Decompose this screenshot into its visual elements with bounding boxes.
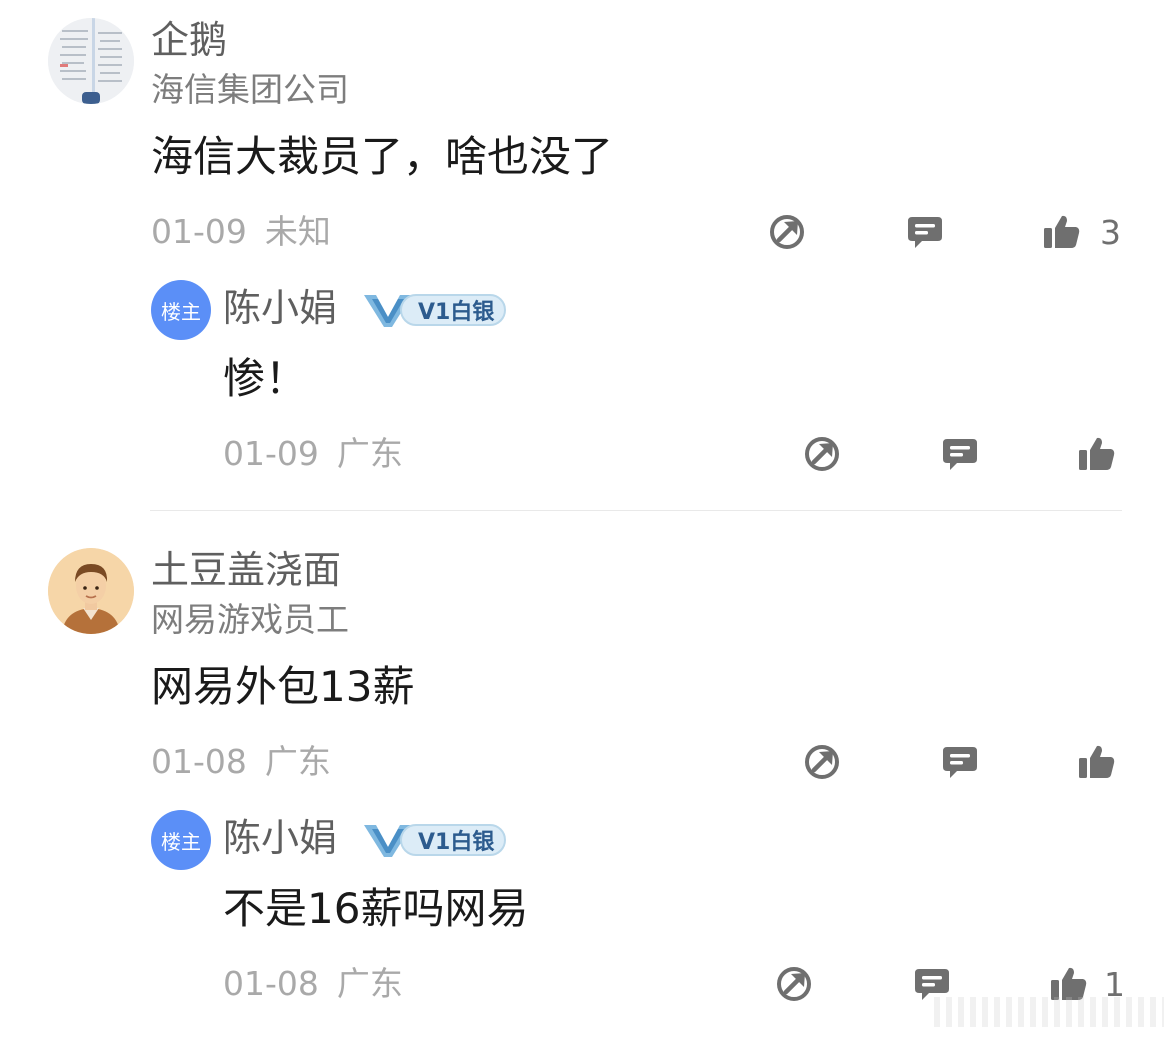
share-icon	[805, 437, 839, 471]
document-thumbnail-icon	[48, 18, 134, 104]
thumb-up-icon	[1044, 215, 1080, 248]
comment-text: 网易外包13薪	[151, 662, 415, 711]
comment-icon	[943, 747, 977, 778]
reply-meta: 01-09 广东	[223, 437, 403, 470]
reply-username[interactable]: 陈小娟	[223, 819, 337, 857]
reply-location: 广东	[336, 964, 403, 1003]
share-button[interactable]	[774, 964, 814, 1004]
comment-date: 01-09	[151, 212, 247, 251]
avatar[interactable]	[48, 18, 134, 104]
reply-text: 不是16薪吗网易	[223, 884, 529, 933]
like-button[interactable]	[1077, 434, 1117, 474]
thumb-up-icon	[1079, 437, 1115, 470]
reply-meta: 01-08 广东	[223, 967, 403, 1000]
comment-date: 01-08	[151, 742, 247, 781]
share-icon	[777, 967, 811, 1001]
share-icon	[770, 215, 804, 249]
reply-text: 惨！	[223, 354, 308, 403]
comment-text: 海信大裁员了，啥也没了	[151, 132, 614, 181]
comment-button[interactable]	[940, 434, 980, 474]
like-count: 3	[1100, 213, 1121, 252]
host-badge: 楼主	[151, 810, 211, 870]
level-badge: V1白银	[362, 822, 507, 858]
reply-location: 广东	[336, 434, 403, 473]
avatar[interactable]	[48, 548, 134, 634]
reply-date: 01-08	[223, 964, 319, 1003]
host-badge: 楼主	[151, 280, 211, 340]
thumb-up-icon	[1079, 745, 1115, 778]
comment-location: 未知	[264, 212, 331, 251]
comment-meta: 01-08 广东	[151, 745, 331, 778]
reply-date: 01-09	[223, 434, 319, 473]
comment-username[interactable]: 企鹅	[151, 21, 227, 59]
comment-meta: 01-09 未知	[151, 215, 331, 248]
comment-button[interactable]	[940, 742, 980, 782]
share-icon	[805, 745, 839, 779]
level-label: V1白银	[400, 294, 507, 326]
comment-company: 网易游戏员工	[151, 600, 349, 639]
comment-button[interactable]	[905, 212, 945, 252]
share-button[interactable]	[802, 742, 842, 782]
share-button[interactable]	[767, 212, 807, 252]
level-label: V1白银	[400, 824, 507, 856]
comment-company: 海信集团公司	[151, 70, 349, 109]
watermark	[934, 997, 1164, 1027]
comment-location: 广东	[264, 742, 331, 781]
share-button[interactable]	[802, 434, 842, 474]
divider	[150, 510, 1122, 511]
comment-icon	[908, 217, 942, 248]
level-badge: V1白银	[362, 292, 507, 328]
cartoon-person-avatar-icon	[48, 548, 134, 634]
like-button[interactable]	[1077, 742, 1117, 782]
comment-icon	[943, 439, 977, 470]
reply-username[interactable]: 陈小娟	[223, 289, 337, 327]
like-button[interactable]	[1042, 212, 1082, 252]
comment-username[interactable]: 土豆盖浇面	[151, 551, 341, 589]
